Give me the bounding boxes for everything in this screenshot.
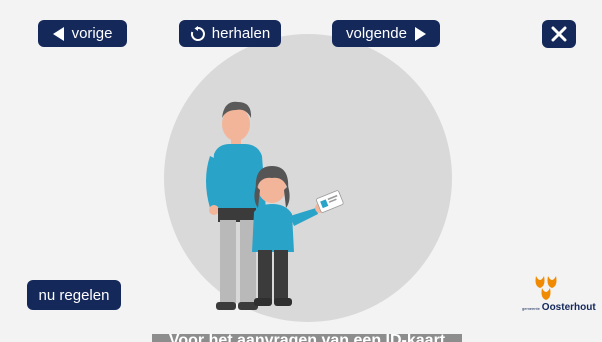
arrange-now-button-label: nu regelen bbox=[38, 286, 110, 304]
parent-child-id-card-illustration bbox=[206, 101, 344, 310]
video-stage: vorige herhalen volgende nu regelen geme bbox=[0, 0, 602, 342]
subtitle-text: Voor het aanvragen van een ID-kaart bbox=[152, 334, 462, 342]
next-button[interactable]: volgende bbox=[332, 20, 440, 47]
child-figure bbox=[252, 166, 325, 306]
replay-icon bbox=[190, 25, 205, 41]
repeat-button-label: herhalen bbox=[211, 25, 271, 42]
subtitle-bar: Voor het aanvragen van een ID-kaart bbox=[152, 334, 462, 342]
municipality-prefix: gemeente bbox=[522, 306, 540, 311]
triangle-left-icon bbox=[52, 26, 64, 41]
triangle-right-icon bbox=[414, 26, 426, 41]
municipality-title: Oosterhout bbox=[541, 302, 596, 313]
next-button-label: volgende bbox=[346, 25, 407, 42]
close-button[interactable] bbox=[542, 20, 576, 48]
previous-button[interactable]: vorige bbox=[38, 20, 127, 47]
municipality-name: gemeente Oosterhout bbox=[522, 302, 602, 313]
previous-button-label: vorige bbox=[71, 25, 113, 42]
id-card-icon bbox=[316, 190, 344, 213]
repeat-button[interactable]: herhalen bbox=[179, 20, 281, 47]
close-icon bbox=[551, 26, 567, 42]
arrange-now-button[interactable]: nu regelen bbox=[27, 280, 121, 310]
